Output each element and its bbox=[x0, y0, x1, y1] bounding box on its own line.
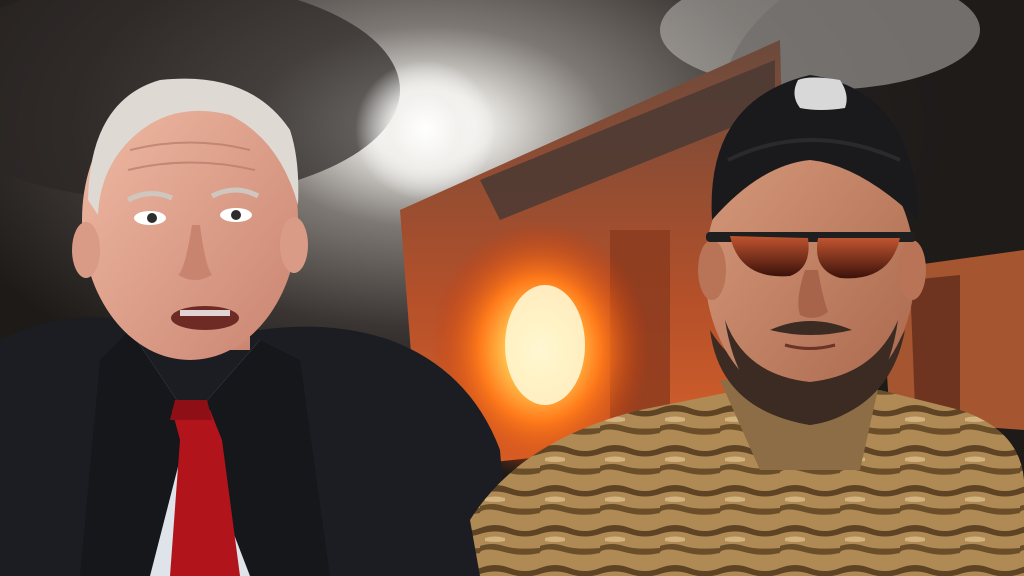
cap-logo-icon bbox=[794, 77, 847, 110]
fire-core bbox=[505, 285, 585, 405]
scene-svg bbox=[0, 0, 1024, 576]
composite-image bbox=[0, 0, 1024, 576]
